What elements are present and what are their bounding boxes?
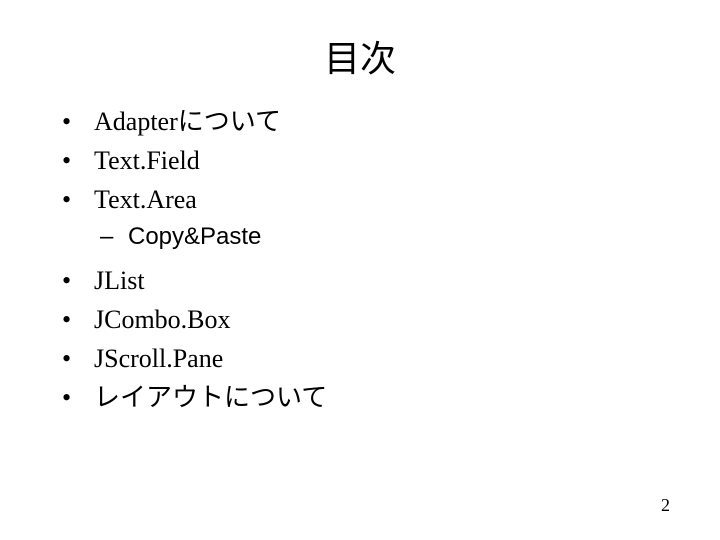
sub-list-item: Copy&Paste (50, 219, 670, 255)
page-number: 2 (661, 495, 670, 516)
list-item: JCombo.Box (50, 300, 670, 339)
toc-list: Adapterについて Text.Field Text.Area Copy&Pa… (50, 102, 670, 417)
slide-title: 目次 (50, 30, 670, 82)
list-item: Adapterについて (50, 102, 670, 141)
list-item: Text.Field (50, 141, 670, 180)
list-item: JScroll.Pane (50, 339, 670, 378)
list-item: JList (50, 261, 670, 300)
list-item: レイアウトについて (50, 378, 670, 417)
list-item: Text.Area (50, 180, 670, 219)
